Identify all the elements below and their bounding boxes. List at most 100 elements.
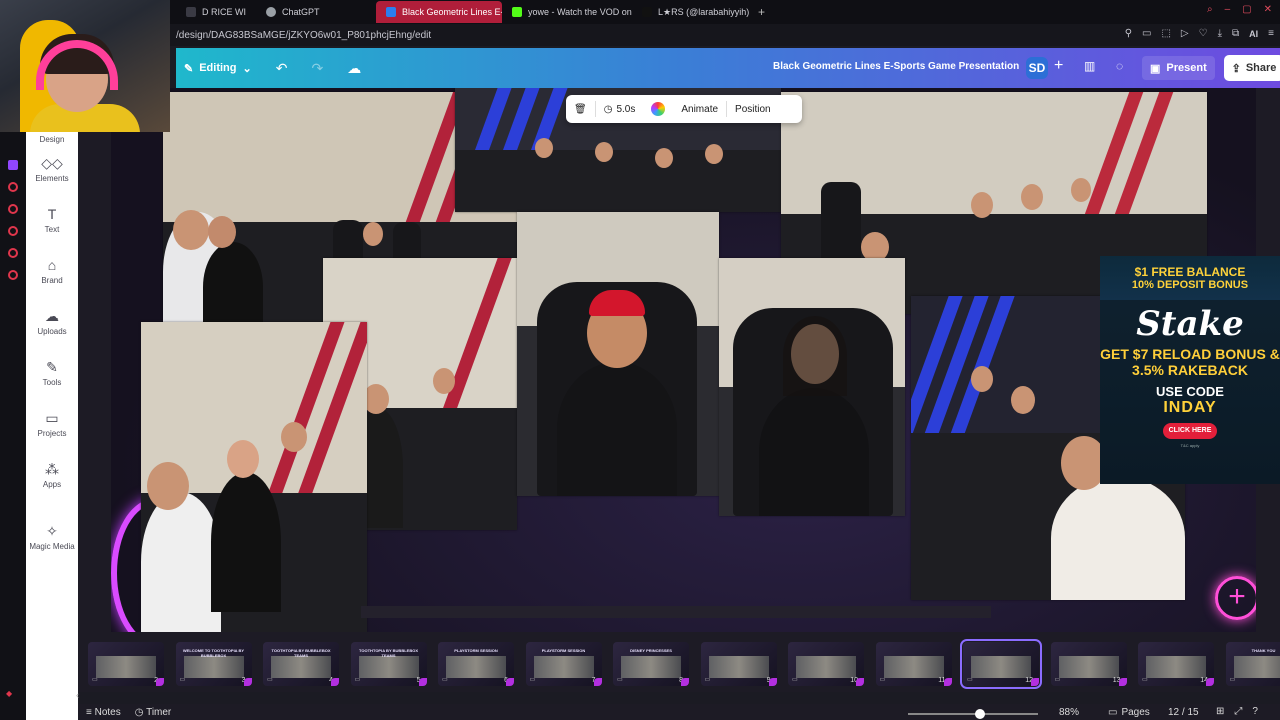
- pin-icon[interactable]: ⚲: [1125, 28, 1132, 39]
- fullscreen-icon[interactable]: ⤢: [1234, 706, 1242, 717]
- page-thumbnail[interactable]: ▭ 10: [788, 642, 864, 686]
- browser-tab[interactable]: D RICE WI: [176, 1, 256, 23]
- page-thumbnail[interactable]: ▭9: [700, 642, 777, 686]
- page-thumbnail[interactable]: PLAYSTORM SESSION▭7: [525, 642, 602, 686]
- position-button[interactable]: Position: [727, 95, 779, 123]
- page-thumbnail[interactable]: ▭ 13: [1050, 642, 1127, 686]
- ai-label[interactable]: AI: [1249, 29, 1258, 39]
- elements-icon: ◇◇: [41, 155, 63, 171]
- help-icon[interactable]: ?: [1252, 706, 1258, 717]
- color-button[interactable]: [643, 95, 673, 123]
- page-thumbnail[interactable]: DISNEY PRINCESSES▭8: [613, 642, 689, 686]
- browser-tab[interactable]: L★RS (@larabahiyyih) | Ti: [632, 1, 750, 23]
- search-icon[interactable]: ⌕: [1207, 4, 1213, 15]
- stream-history-icon[interactable]: [8, 204, 18, 214]
- page-thumbnail[interactable]: TOOTHTOPIA BY BUBBLEBOX TEAMS▭4: [263, 642, 339, 686]
- thumbnail-title: TOOTHTOPIA BY BUBBLEBOX TEAMS: [271, 648, 331, 658]
- page-thumbnail[interactable]: ▭ 11: [875, 642, 952, 686]
- new-tab-button[interactable]: +: [750, 5, 773, 19]
- page-thumbnail[interactable]: PLAYSTORM SESSION▭6: [438, 642, 514, 686]
- animate-button[interactable]: Animate: [673, 95, 726, 123]
- play-icon[interactable]: ▷: [1181, 28, 1189, 39]
- timer-icon: ◷: [134, 707, 147, 718]
- insights-icon[interactable]: ▥: [1084, 59, 1095, 73]
- present-label: Present: [1166, 62, 1207, 74]
- page-thumbnail[interactable]: ▭ 12: [960, 639, 1042, 689]
- zoom-level[interactable]: 88%: [1059, 707, 1079, 718]
- photo-center-portrait-2[interactable]: [719, 258, 905, 516]
- undo-icon[interactable]: ↶: [276, 60, 288, 77]
- download-icon[interactable]: ⤓: [1218, 28, 1222, 39]
- sidebar-item-elements[interactable]: ◇◇ Elements: [26, 144, 78, 195]
- brand-icon: ⌂: [47, 257, 57, 273]
- address-bar[interactable]: /design/DAG83BSaMGE/jZKYO6w01_P801phcjEh…: [0, 24, 1280, 46]
- animation-badge-icon: [506, 678, 514, 686]
- pages-button[interactable]: ▭ Pages: [1108, 707, 1150, 718]
- bookmark-icon[interactable]: ▭: [1142, 28, 1151, 39]
- photo-face: [971, 192, 993, 218]
- minimize-icon[interactable]: –: [1225, 4, 1231, 15]
- photo-bottom-left[interactable]: [141, 322, 367, 632]
- sidebar-item-magic-media[interactable]: ✧ Magic Media: [26, 509, 78, 565]
- sidebar-item-uploads[interactable]: ☁ Uploads: [26, 297, 78, 348]
- present-button[interactable]: ▣ Present: [1142, 56, 1215, 80]
- sidebar-item-text[interactable]: T Text: [26, 195, 78, 246]
- url-text[interactable]: /design/DAG83BSaMGE/jZKYO6w01_P801phcjEh…: [176, 30, 431, 41]
- comment-icon: ▭: [92, 677, 98, 683]
- page-thumbnail[interactable]: ▭2: [88, 642, 164, 686]
- extensions-icon[interactable]: ⧉: [1232, 28, 1239, 39]
- screenshot-icon[interactable]: ⬚: [1161, 28, 1170, 39]
- photo-center-portrait[interactable]: [517, 212, 719, 496]
- close-icon[interactable]: ✕: [1264, 4, 1272, 15]
- page-thumbnail[interactable]: THANK YOU▭15: [1225, 642, 1280, 686]
- ad-headline: $1 FREE BALANCE: [1134, 265, 1246, 279]
- sidebar-item-apps[interactable]: ⁂ Apps: [26, 450, 78, 501]
- share-button[interactable]: ⇪ Share: [1224, 55, 1280, 81]
- heart-icon[interactable]: ♡: [1199, 28, 1208, 39]
- duration-button[interactable]: ◷ 5.0s: [596, 95, 644, 123]
- thumbnail-preview: [1058, 656, 1119, 678]
- comment-icon[interactable]: ◌: [1116, 59, 1123, 73]
- page-thumbnail[interactable]: TOOTHTOPIA BY BUBBLEBOX TEAMS▭5: [350, 642, 427, 686]
- stream-chat-icon[interactable]: [8, 226, 18, 236]
- browser-tab[interactable]: yowe - Watch the VOD on: [502, 1, 632, 23]
- page-thumbnail[interactable]: ▭ 14: [1138, 642, 1214, 686]
- window-controls: ⌕ – ▢ ✕: [1207, 4, 1272, 15]
- photo-person: [203, 242, 263, 328]
- document-title[interactable]: Black Geometric Lines E-Sports Game Pres…: [773, 61, 1023, 72]
- cloud-save-icon[interactable]: ☁: [347, 60, 361, 77]
- stake-ad-overlay[interactable]: $1 FREE BALANCE 10% DEPOSIT BONUS Stake …: [1100, 256, 1280, 484]
- maximize-icon[interactable]: ▢: [1242, 4, 1251, 15]
- add-collaborator-icon[interactable]: +: [1054, 57, 1063, 75]
- notes-button[interactable]: ≡ Notes: [86, 707, 121, 718]
- editing-mode-dropdown[interactable]: ✎ Editing ⌄: [176, 62, 252, 75]
- ad-cta-button[interactable]: CLICK HERE: [1163, 423, 1217, 439]
- sidebar-item-tools[interactable]: ✎ Tools: [26, 348, 78, 399]
- zoom-slider-handle[interactable]: [974, 709, 985, 719]
- zoom-slider[interactable]: [908, 709, 1038, 719]
- sidebar-item-label: Text: [44, 225, 60, 234]
- stream-settings-icon[interactable]: [8, 270, 18, 280]
- timer-button[interactable]: ◷ Timer: [135, 707, 172, 718]
- avatar[interactable]: SD: [1026, 57, 1048, 79]
- browser-tab-active[interactable]: Black Geometric Lines E-S: [376, 1, 502, 23]
- sidebar-item-label: Magic Media: [29, 541, 75, 551]
- twitch-icon[interactable]: [8, 160, 18, 170]
- grid-view-icon[interactable]: ⊞: [1216, 706, 1224, 717]
- editor-bottom-bar: ≡ Notes ◷ Timer 88% ▭ Pages 12 / 15 ⊞ ⤢ …: [78, 704, 1280, 720]
- sidebar-item-projects[interactable]: ▭ Projects: [26, 399, 78, 450]
- sidebar-item-label: Elements: [35, 174, 69, 183]
- slide-canvas[interactable]: +: [111, 88, 1256, 632]
- menu-icon[interactable]: ≡: [1268, 28, 1274, 39]
- sidebar-item-brand[interactable]: ⌂ Brand: [26, 246, 78, 297]
- browser-tab[interactable]: ChatGPT: [256, 1, 376, 23]
- page-thumbnail[interactable]: WELCOME TO TOOTHTOPIA BY BUBBLEBOX▭3: [175, 642, 252, 686]
- sidebar-item-label: Projects: [37, 429, 67, 438]
- comment-icon: ▭: [1142, 677, 1148, 683]
- chevron-left-icon[interactable]: ‹: [76, 690, 79, 700]
- stream-alert-icon[interactable]: [8, 248, 18, 258]
- chatgpt-icon: [266, 7, 276, 17]
- stream-status-icon[interactable]: [8, 182, 18, 192]
- delete-button[interactable]: 🗑: [566, 95, 595, 123]
- redo-icon[interactable]: ↷: [311, 60, 323, 77]
